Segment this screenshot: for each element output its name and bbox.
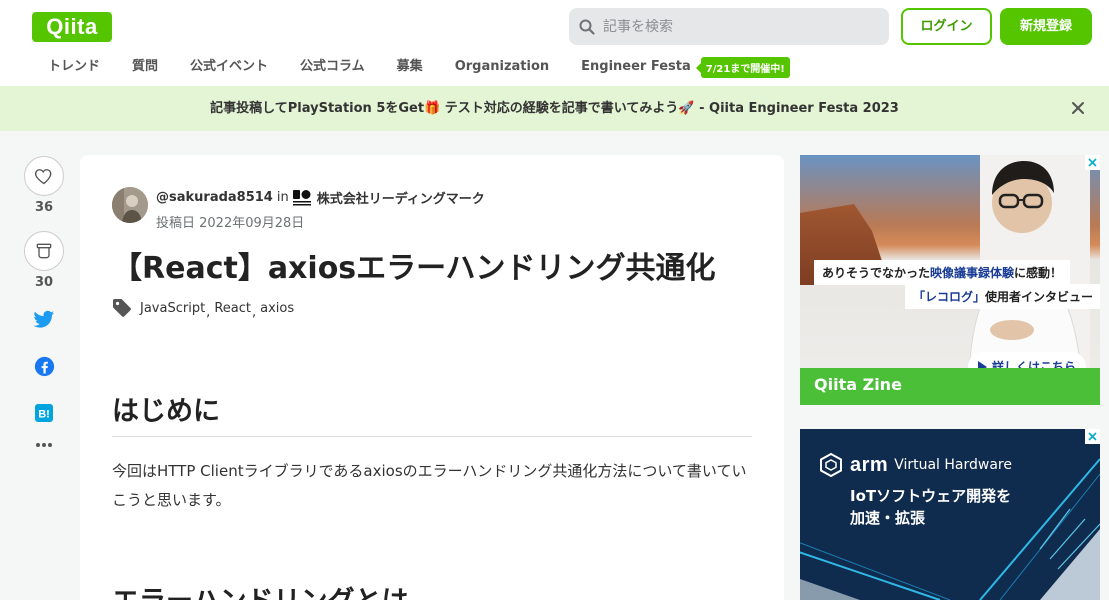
banner-text[interactable]: 記事投稿してPlayStation 5をGet🎁 テスト対応の経験を記事で書いて…: [0, 86, 1109, 131]
tag-separator: ,: [206, 304, 211, 320]
festa-badge: 7/21まで開催中!: [695, 56, 790, 78]
tag-react[interactable]: React: [214, 301, 251, 316]
more-actions[interactable]: [24, 442, 64, 448]
ad-banner-arm[interactable]: arm Virtual Hardware IoTソフトウェア開発を 加速・拡張: [800, 429, 1100, 600]
ad-caption-text: に感動！: [1014, 266, 1063, 280]
signup-button[interactable]: 新規登録: [1000, 8, 1092, 45]
like-count: 36: [34, 200, 54, 215]
nav-item-official-columns[interactable]: 公式コラム: [284, 53, 381, 81]
ad-caption-text: 使用者インタビュー: [985, 290, 1094, 304]
action-rail: 36 30 B!: [24, 156, 64, 448]
section-heading-intro: はじめに: [112, 389, 752, 437]
like-button[interactable]: [24, 156, 64, 196]
organization-logo[interactable]: [292, 189, 311, 206]
nav-item-organization[interactable]: Organization: [439, 53, 565, 81]
share-facebook[interactable]: [24, 356, 64, 377]
main-nav: トレンド 質問 公式イベント 公式コラム 募集 Organization Eng…: [32, 52, 790, 82]
author-name[interactable]: @sakurada8514: [156, 190, 273, 205]
section-heading-error-handling: エラーハンドリングとは: [112, 579, 408, 600]
nav-item-questions[interactable]: 質問: [116, 53, 174, 81]
ad-choices-icon[interactable]: [1085, 429, 1100, 444]
heart-icon: [34, 169, 52, 185]
nav-item-recruit[interactable]: 募集: [381, 53, 439, 81]
stock-count: 30: [34, 275, 54, 290]
ad-copy-line: IoTソフトウェア開発を: [850, 487, 1012, 505]
tag-separator: ,: [251, 304, 257, 320]
ad-banner-qiita-zine[interactable]: ありそうでなかった映像議事録体験に感動！ 「レコログ」使用者インタビュー 詳しく…: [800, 155, 1100, 405]
ad-choices-icon[interactable]: [1085, 155, 1100, 170]
posted-date: 投稿日 2022年09月28日: [156, 216, 305, 231]
avatar-image: [112, 187, 148, 223]
arm-logo: arm: [850, 453, 889, 476]
share-twitter[interactable]: [24, 310, 64, 330]
ad-caption-sub: 「レコログ」使用者インタビュー: [905, 284, 1100, 309]
stock-button[interactable]: [24, 231, 64, 271]
article-title: 【React】axiosエラーハンドリング共通化: [112, 251, 716, 286]
organization-name[interactable]: 株式会社リーディングマーク: [317, 188, 485, 207]
close-icon: [1085, 429, 1100, 444]
ad-caption-text: ありそうでなかった: [822, 266, 931, 280]
article-card: @sakurada8514 in 株式会社リーディングマーク 投稿日 2022年…: [80, 155, 784, 600]
tag-list: JavaScript , React , axios: [112, 298, 294, 320]
more-icon: [36, 443, 52, 447]
site-header: Qiita ログイン 新規登録 トレンド 質問 公式イベント 公式コラム 募集 …: [0, 0, 1109, 86]
qiita-logo[interactable]: Qiita: [32, 12, 112, 42]
search-icon: [579, 19, 595, 35]
share-hatena[interactable]: B!: [24, 404, 64, 422]
ad-copy-line: 加速・拡張: [850, 509, 926, 527]
search-input[interactable]: [603, 18, 873, 35]
facebook-icon: [34, 356, 54, 377]
stock-icon: [36, 243, 52, 259]
nav-item-trend[interactable]: トレンド: [32, 53, 116, 81]
intro-paragraph: 今回はHTTP Clientライブラリであるaxiosのエラーハンドリング共通化…: [112, 462, 747, 509]
ad-caption-emphasis: 「レコログ」: [913, 290, 986, 304]
tag-icon: [113, 299, 131, 317]
close-icon: [1085, 155, 1100, 170]
arm-brand-row: arm Virtual Hardware: [820, 453, 1012, 477]
ad-product-name: Virtual Hardware: [894, 457, 1012, 473]
twitter-icon: [33, 310, 55, 328]
in-text: in: [276, 190, 289, 205]
avatar[interactable]: [112, 187, 148, 223]
hatena-bookmark-icon: B!: [35, 404, 53, 422]
tag-axios[interactable]: axios: [260, 301, 294, 316]
author-line: @sakurada8514 in 株式会社リーディングマーク: [156, 188, 485, 207]
svg-text:B!: B!: [38, 409, 50, 421]
announcement-banner[interactable]: 記事投稿してPlayStation 5をGet🎁 テスト対応の経験を記事で書いて…: [0, 86, 1109, 131]
ad-caption-emphasis: 映像議事録体験: [930, 266, 1015, 280]
search-box[interactable]: [569, 8, 889, 45]
tag-javascript[interactable]: JavaScript: [140, 301, 205, 316]
ad-footer-bar: Qiita Zine: [800, 368, 1100, 405]
qiita-zine-logo: Qiita Zine: [814, 375, 902, 394]
ad-copy: IoTソフトウェア開発を 加速・拡張: [850, 485, 1011, 529]
nav-item-official-events[interactable]: 公式イベント: [174, 53, 284, 81]
nav-item-engineer-festa[interactable]: Engineer Festa: [565, 53, 701, 81]
ad-caption-headline: ありそうでなかった映像議事録体験に感動！: [814, 260, 1071, 285]
close-icon[interactable]: [1069, 99, 1087, 117]
login-button[interactable]: ログイン: [901, 8, 992, 45]
hexagon-icon: [820, 453, 842, 477]
